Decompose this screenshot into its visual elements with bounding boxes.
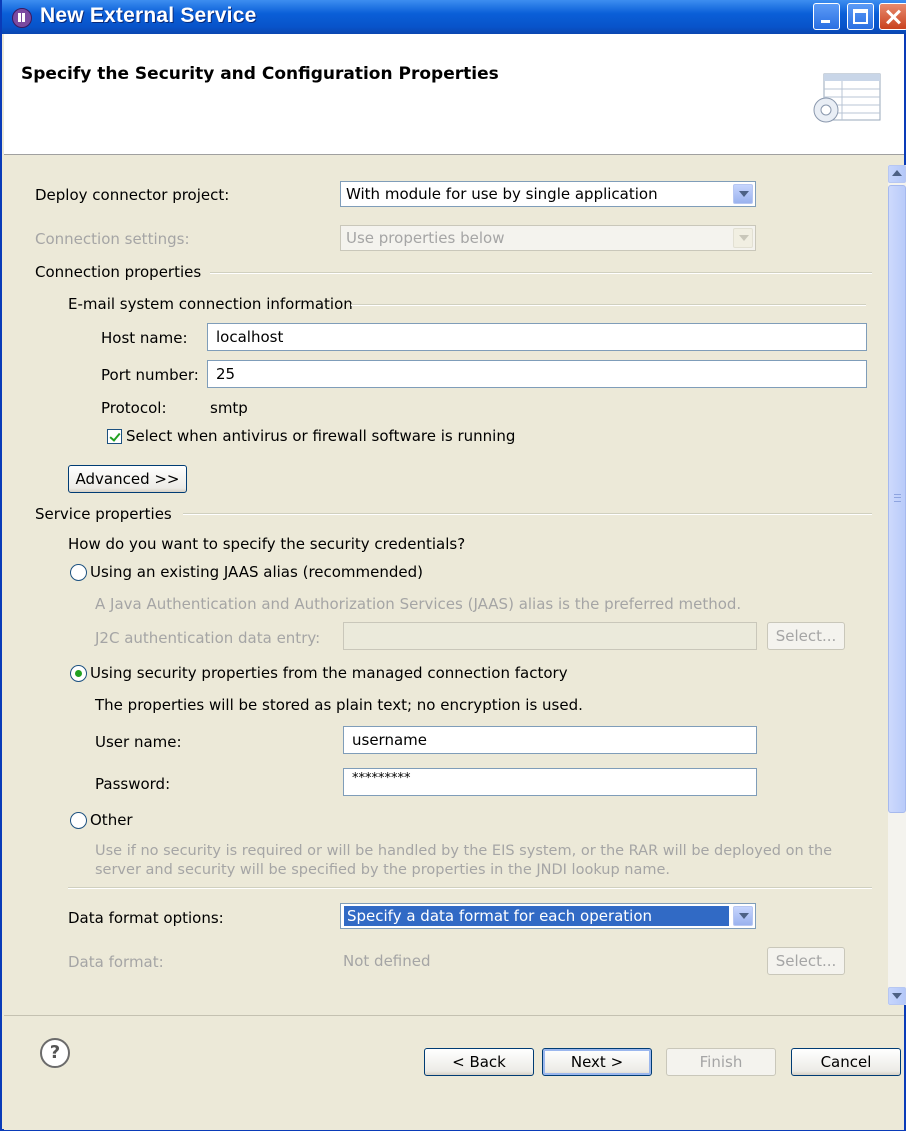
host-input[interactable]: localhost <box>207 323 867 351</box>
email-group-heading: E-mail system connection information <box>68 295 353 313</box>
host-label: Host name: <box>101 329 188 347</box>
chevron-down-icon[interactable] <box>733 184 753 204</box>
data-format-select-button: Select... <box>767 947 845 975</box>
connection-settings-combo: Use properties below <box>340 225 756 251</box>
credentials-question: How do you want to specify the security … <box>68 535 466 553</box>
help-icon[interactable]: ? <box>40 1038 70 1068</box>
divider <box>210 272 872 274</box>
port-label: Port number: <box>101 366 199 384</box>
connection-properties-heading: Connection properties <box>35 263 202 281</box>
j2c-select-button: Select... <box>767 622 845 650</box>
title-bar[interactable]: New External Service <box>2 0 906 34</box>
data-format-options-label: Data format options: <box>68 909 224 927</box>
maximize-button[interactable] <box>847 3 874 30</box>
vertical-scrollbar[interactable] <box>888 165 906 1005</box>
other-description-line2: server and security will be specified by… <box>95 862 671 878</box>
j2c-input <box>343 622 757 650</box>
antivirus-checkbox[interactable] <box>107 429 122 444</box>
minimize-button[interactable] <box>813 3 840 30</box>
divider <box>68 887 872 889</box>
advanced-button[interactable]: Advanced >> <box>68 465 187 493</box>
deploy-label: Deploy connector project: <box>35 186 230 204</box>
deploy-value: With module for use by single applicatio… <box>346 185 658 203</box>
connection-settings-value: Use properties below <box>346 229 505 247</box>
protocol-value: smtp <box>210 399 248 417</box>
button-bar: ? < Back Next > Finish Cancel <box>4 1015 904 1130</box>
scrollbar-thumb[interactable] <box>888 185 906 813</box>
wizard-content: Deploy connector project: With module fo… <box>4 155 906 1015</box>
wizard-header: Specify the Security and Configuration P… <box>4 34 904 155</box>
user-label: User name: <box>95 733 182 751</box>
dialog-window: New External Service Specify the Securit… <box>0 0 906 1131</box>
other-radio-label[interactable]: Other <box>90 811 133 829</box>
mcf-radio[interactable] <box>70 665 87 682</box>
divider <box>351 304 866 306</box>
password-label: Password: <box>95 775 171 793</box>
window-title: New External Service <box>40 4 257 27</box>
finish-button: Finish <box>666 1048 776 1076</box>
deploy-combo[interactable]: With module for use by single applicatio… <box>340 181 756 207</box>
jaas-description: A Java Authentication and Authorization … <box>95 595 742 613</box>
password-input[interactable]: ********* <box>343 768 757 796</box>
data-format-value: Not defined <box>343 952 431 970</box>
j2c-label: J2C authentication data entry: <box>95 629 321 647</box>
cancel-button[interactable]: Cancel <box>791 1048 901 1076</box>
grip-icon <box>894 494 901 502</box>
mcf-description: The properties will be stored as plain t… <box>95 696 583 714</box>
mcf-radio-label[interactable]: Using security properties from the manag… <box>90 664 568 682</box>
close-button[interactable] <box>879 3 906 30</box>
jaas-radio-label[interactable]: Using an existing JAAS alias (recommende… <box>90 563 423 581</box>
data-format-label: Data format: <box>68 953 164 971</box>
service-properties-heading: Service properties <box>35 505 172 523</box>
data-format-options-value: Specify a data format for each operation <box>344 906 729 926</box>
connection-settings-label: Connection settings: <box>35 230 190 248</box>
data-format-options-combo[interactable]: Specify a data format for each operation <box>340 903 756 929</box>
scroll-down-icon[interactable] <box>888 987 906 1005</box>
other-radio[interactable] <box>70 812 87 829</box>
page-title: Specify the Security and Configuration P… <box>21 64 499 84</box>
scroll-up-icon[interactable] <box>888 165 906 183</box>
back-button[interactable]: < Back <box>424 1048 534 1076</box>
divider <box>183 513 872 515</box>
app-icon <box>12 8 32 28</box>
other-description-line1: Use if no security is required or will b… <box>95 843 833 859</box>
protocol-label: Protocol: <box>101 399 167 417</box>
antivirus-label[interactable]: Select when antivirus or firewall softwa… <box>126 427 515 445</box>
chevron-down-icon <box>733 228 753 248</box>
jaas-radio[interactable] <box>70 564 87 581</box>
next-button[interactable]: Next > <box>542 1048 652 1076</box>
user-input[interactable]: username <box>343 726 757 754</box>
port-input[interactable]: 25 <box>207 360 867 388</box>
wizard-banner-icon <box>813 73 881 123</box>
chevron-down-icon[interactable] <box>733 906 753 926</box>
